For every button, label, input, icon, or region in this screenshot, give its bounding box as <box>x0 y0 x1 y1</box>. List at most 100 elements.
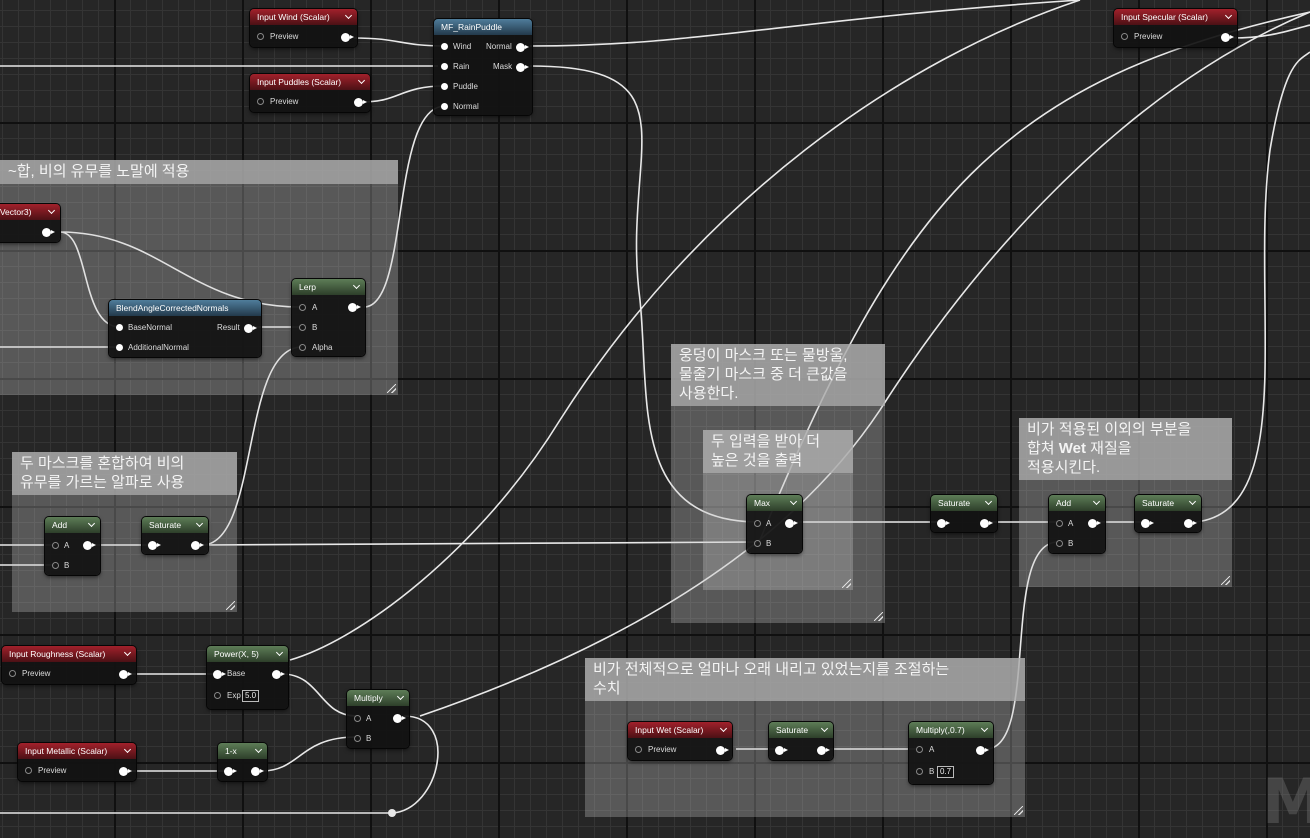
chevron-down-icon[interactable] <box>88 522 96 528</box>
chevron-down-icon[interactable] <box>276 651 284 657</box>
node-header[interactable]: Lerp <box>292 279 365 295</box>
node-header[interactable]: Saturate <box>769 722 833 738</box>
input-pin-icon[interactable] <box>916 768 923 775</box>
input-wind-node[interactable]: Input Wind (Scalar) Preview <box>250 9 357 47</box>
preview-pin-icon[interactable] <box>9 670 16 677</box>
input-pin-icon[interactable] <box>441 43 448 50</box>
one-minus-node[interactable]: 1-x <box>218 743 267 781</box>
resize-grip-icon[interactable] <box>874 612 883 621</box>
input-pin-icon[interactable] <box>354 715 361 722</box>
input-specular-node[interactable]: Input Specular (Scalar) Preview <box>1114 9 1237 47</box>
chevron-down-icon[interactable] <box>821 727 829 733</box>
resize-grip-icon[interactable] <box>842 579 851 588</box>
output-pin-icon[interactable] <box>251 767 264 776</box>
node-header[interactable]: Saturate <box>142 517 208 533</box>
saturate-node[interactable]: Saturate <box>1135 495 1201 532</box>
chevron-down-icon[interactable] <box>1189 500 1197 506</box>
input-pin-icon[interactable] <box>214 692 221 699</box>
output-pin-icon[interactable] <box>817 746 830 755</box>
node-header[interactable]: Saturate <box>931 495 997 511</box>
output-pin-icon[interactable] <box>716 746 729 755</box>
node-header[interactable]: Input Specular (Scalar) <box>1114 9 1237 25</box>
output-pin-icon[interactable] <box>516 43 529 52</box>
output-pin-icon[interactable] <box>354 98 367 107</box>
input-pin-icon[interactable] <box>299 324 306 331</box>
add-node[interactable]: Add A B <box>45 517 100 575</box>
chevron-down-icon[interactable] <box>981 727 989 733</box>
node-header[interactable]: Multiply(,0.7) <box>909 722 993 738</box>
node-header[interactable]: Input Puddles (Scalar) <box>250 74 370 90</box>
chevron-down-icon[interactable] <box>124 748 132 754</box>
add-node[interactable]: Add A B <box>1049 495 1105 553</box>
chevron-down-icon[interactable] <box>1225 14 1233 20</box>
output-pin-icon[interactable] <box>1184 519 1197 528</box>
input-pin-icon[interactable] <box>354 735 361 742</box>
node-header[interactable]: Input Wind (Scalar) <box>250 9 357 25</box>
output-pin-icon[interactable] <box>119 670 132 679</box>
output-pin-icon[interactable] <box>516 63 529 72</box>
output-pin-icon[interactable] <box>1221 33 1234 42</box>
node-header[interactable]: MF_RainPuddle <box>434 19 532 35</box>
preview-pin-icon[interactable] <box>1121 33 1128 40</box>
node-header[interactable]: (Vector3) <box>0 204 60 220</box>
node-header[interactable]: Add <box>45 517 100 533</box>
chevron-down-icon[interactable] <box>196 522 204 528</box>
input-pin-icon[interactable] <box>299 304 306 311</box>
node-header[interactable]: Multiply <box>347 690 409 706</box>
chevron-down-icon[interactable] <box>358 79 366 85</box>
chevron-down-icon[interactable] <box>1093 500 1101 506</box>
chevron-down-icon[interactable] <box>255 748 263 754</box>
resize-grip-icon[interactable] <box>387 384 396 393</box>
lerp-node[interactable]: Lerp A B Alpha <box>292 279 365 356</box>
saturate-node[interactable]: Saturate <box>769 722 833 760</box>
chevron-down-icon[interactable] <box>397 695 405 701</box>
input-pin-icon[interactable] <box>916 746 923 753</box>
input-pin-icon[interactable] <box>52 542 59 549</box>
node-header[interactable]: 1-x <box>218 743 267 759</box>
preview-pin-icon[interactable] <box>25 767 32 774</box>
input-roughness-node[interactable]: Input Roughness (Scalar) Preview <box>2 646 136 684</box>
input-pin-icon[interactable] <box>754 520 761 527</box>
node-header[interactable]: Power(X, 5) <box>207 646 288 662</box>
input-pin-icon[interactable] <box>224 767 237 776</box>
output-pin-icon[interactable] <box>244 324 257 333</box>
output-pin-icon[interactable] <box>83 541 96 550</box>
input-pin-icon[interactable] <box>441 63 448 70</box>
node-header[interactable]: BlendAngleCorrectedNormals <box>109 300 261 316</box>
input-pin-icon[interactable] <box>754 540 761 547</box>
input-wet-node[interactable]: Input Wet (Scalar) Preview <box>628 722 732 760</box>
mf-rainpuddle-node[interactable]: MF_RainPuddle Wind Rain Puddle Normal No… <box>434 19 532 115</box>
output-pin-icon[interactable] <box>341 33 354 42</box>
input-metallic-node[interactable]: Input Metallic (Scalar) Preview <box>18 743 136 781</box>
max-node[interactable]: Max A B <box>747 495 802 553</box>
chevron-down-icon[interactable] <box>985 500 993 506</box>
vector3-param-node[interactable]: (Vector3) <box>0 204 60 242</box>
preview-pin-icon[interactable] <box>635 746 642 753</box>
blend-angle-normals-node[interactable]: BlendAngleCorrectedNormals BaseNormal Ad… <box>109 300 261 357</box>
resize-grip-icon[interactable] <box>226 601 235 610</box>
input-pin-icon[interactable] <box>116 324 123 331</box>
node-header[interactable]: Saturate <box>1135 495 1201 511</box>
input-pin-icon[interactable] <box>1141 519 1154 528</box>
input-pin-icon[interactable] <box>775 746 788 755</box>
chevron-down-icon[interactable] <box>124 651 132 657</box>
input-pin-icon[interactable] <box>1056 520 1063 527</box>
exp-value-field[interactable]: 5.0 <box>242 690 260 702</box>
saturate-node[interactable]: Saturate <box>142 517 208 554</box>
node-header[interactable]: Input Wet (Scalar) <box>628 722 732 738</box>
input-pin-icon[interactable] <box>116 344 123 351</box>
input-pin-icon[interactable] <box>441 83 448 90</box>
output-pin-icon[interactable] <box>393 714 406 723</box>
output-pin-icon[interactable] <box>119 767 132 776</box>
comment-blend-normal[interactable]: ~합, 비의 유무를 노말에 적용 <box>0 160 398 395</box>
power-node[interactable]: Power(X, 5) Base Exp 5.0 <box>207 646 288 709</box>
output-pin-icon[interactable] <box>42 228 55 237</box>
resize-grip-icon[interactable] <box>1221 576 1230 585</box>
output-pin-icon[interactable] <box>785 519 798 528</box>
chevron-down-icon[interactable] <box>720 727 728 733</box>
output-pin-icon[interactable] <box>191 541 204 550</box>
node-header[interactable]: Max <box>747 495 802 511</box>
saturate-node[interactable]: Saturate <box>931 495 997 532</box>
chevron-down-icon[interactable] <box>353 284 361 290</box>
output-pin-icon[interactable] <box>1088 519 1101 528</box>
